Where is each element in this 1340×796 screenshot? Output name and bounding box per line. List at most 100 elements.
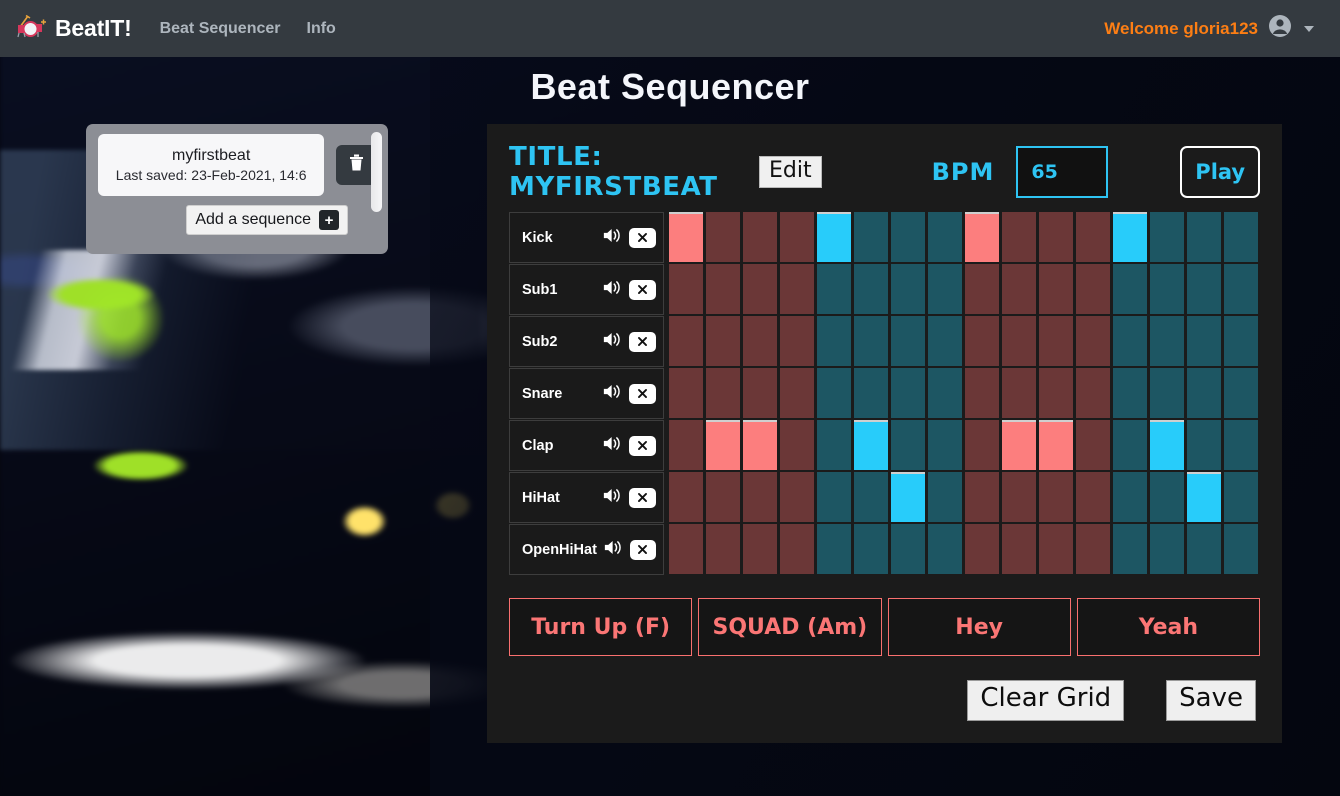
step-cell[interactable] [928,368,962,418]
step-cell[interactable] [706,212,740,262]
step-cell[interactable] [669,212,703,262]
step-cell[interactable] [743,420,777,470]
clear-track-button[interactable] [629,487,656,508]
step-cell[interactable] [891,420,925,470]
step-cell[interactable] [1039,368,1073,418]
step-cell[interactable] [780,420,814,470]
step-cell[interactable] [1224,472,1258,522]
step-cell[interactable] [1113,524,1147,574]
clear-track-button[interactable] [629,279,656,300]
bpm-input[interactable] [1016,146,1109,198]
step-cell[interactable] [928,212,962,262]
step-cell[interactable] [780,524,814,574]
speaker-icon[interactable] [603,227,622,249]
speaker-icon[interactable] [603,279,622,301]
step-cell[interactable] [1002,472,1036,522]
step-cell[interactable] [1076,264,1110,314]
step-cell[interactable] [965,472,999,522]
step-cell[interactable] [854,368,888,418]
step-cell[interactable] [928,316,962,366]
step-cell[interactable] [1076,472,1110,522]
play-button[interactable]: Play [1180,146,1260,198]
step-cell[interactable] [891,472,925,522]
step-cell[interactable] [669,420,703,470]
step-cell[interactable] [854,264,888,314]
step-cell[interactable] [854,524,888,574]
step-cell[interactable] [817,524,851,574]
step-cell[interactable] [1224,368,1258,418]
step-cell[interactable] [743,316,777,366]
step-cell[interactable] [928,420,962,470]
step-cell[interactable] [1076,524,1110,574]
step-cell[interactable] [817,472,851,522]
step-cell[interactable] [706,420,740,470]
step-cell[interactable] [1002,524,1036,574]
step-cell[interactable] [1002,264,1036,314]
step-cell[interactable] [817,264,851,314]
step-cell[interactable] [743,264,777,314]
step-cell[interactable] [1039,212,1073,262]
step-cell[interactable] [891,264,925,314]
step-cell[interactable] [1039,524,1073,574]
step-cell[interactable] [743,524,777,574]
step-cell[interactable] [669,264,703,314]
clear-track-button[interactable] [629,435,656,456]
add-sequence-button[interactable]: Add a sequence + [186,205,348,235]
step-cell[interactable] [1002,212,1036,262]
step-cell[interactable] [780,472,814,522]
speaker-icon[interactable] [603,487,622,509]
step-cell[interactable] [669,316,703,366]
step-cell[interactable] [706,524,740,574]
clear-track-button[interactable] [629,539,656,560]
step-cell[interactable] [706,368,740,418]
step-cell[interactable] [1002,368,1036,418]
step-cell[interactable] [1113,264,1147,314]
step-cell[interactable] [817,368,851,418]
step-cell[interactable] [780,212,814,262]
step-cell[interactable] [1039,316,1073,366]
step-cell[interactable] [780,368,814,418]
step-cell[interactable] [965,316,999,366]
step-cell[interactable] [1113,420,1147,470]
step-cell[interactable] [965,524,999,574]
user-circle-icon[interactable] [1268,14,1292,43]
step-cell[interactable] [817,212,851,262]
speaker-icon[interactable] [604,539,623,561]
sample-button-2[interactable]: SQUAD (Am) [698,598,882,656]
sample-button-1[interactable]: Turn Up (F) [509,598,693,656]
step-cell[interactable] [1113,472,1147,522]
step-cell[interactable] [854,472,888,522]
speaker-icon[interactable] [603,383,622,405]
step-cell[interactable] [1150,472,1184,522]
step-cell[interactable] [1076,420,1110,470]
speaker-icon[interactable] [603,331,622,353]
edit-title-button[interactable]: Edit [759,156,822,188]
step-cell[interactable] [817,316,851,366]
step-cell[interactable] [1224,420,1258,470]
step-cell[interactable] [1224,212,1258,262]
step-cell[interactable] [1187,472,1221,522]
step-cell[interactable] [706,264,740,314]
step-cell[interactable] [1076,368,1110,418]
sample-button-3[interactable]: Hey [887,598,1071,656]
step-cell[interactable] [706,472,740,522]
step-cell[interactable] [1150,524,1184,574]
step-cell[interactable] [1187,264,1221,314]
speaker-icon[interactable] [603,435,622,457]
step-cell[interactable] [1224,524,1258,574]
clear-track-button[interactable] [629,331,656,352]
step-cell[interactable] [965,264,999,314]
step-cell[interactable] [1150,420,1184,470]
sequence-scrollbar-thumb[interactable] [371,132,382,212]
step-cell[interactable] [854,420,888,470]
step-cell[interactable] [1150,264,1184,314]
step-cell[interactable] [1187,420,1221,470]
step-cell[interactable] [1187,316,1221,366]
step-cell[interactable] [854,316,888,366]
clear-grid-button[interactable]: Clear Grid [967,680,1125,721]
step-cell[interactable] [928,524,962,574]
step-cell[interactable] [1187,524,1221,574]
step-cell[interactable] [706,316,740,366]
step-cell[interactable] [891,368,925,418]
clear-track-button[interactable] [629,227,656,248]
